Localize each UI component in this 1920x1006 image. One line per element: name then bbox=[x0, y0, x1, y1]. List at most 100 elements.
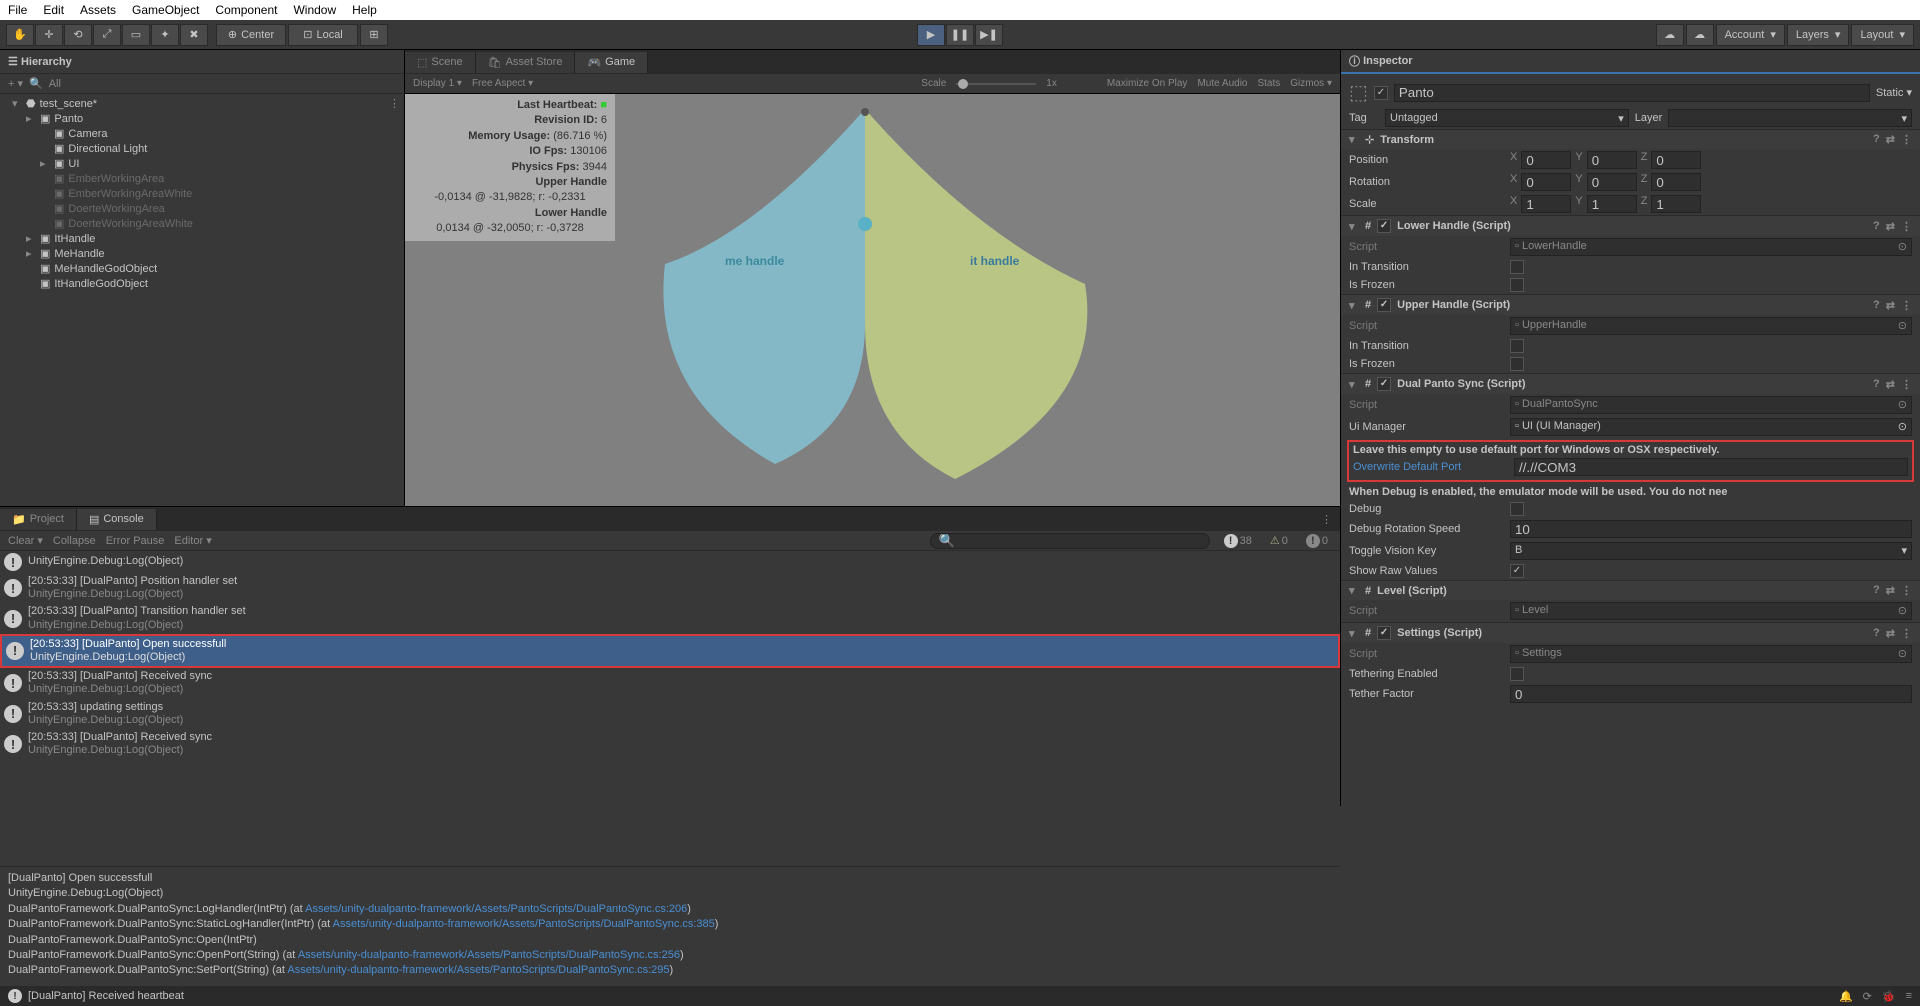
snap-button[interactable]: ⊞ bbox=[360, 24, 388, 46]
active-checkbox[interactable] bbox=[1374, 86, 1388, 100]
tether-factor-field[interactable] bbox=[1510, 685, 1912, 703]
show-raw-checkbox[interactable] bbox=[1510, 564, 1524, 578]
component-enabled-checkbox[interactable] bbox=[1377, 298, 1391, 312]
tab-console[interactable]: ▤Console bbox=[77, 509, 157, 530]
scale-x-field[interactable] bbox=[1521, 195, 1571, 213]
source-link[interactable]: Assets/unity-dualpanto-framework/Assets/… bbox=[298, 949, 680, 961]
gizmos-dropdown[interactable]: Gizmos ▾ bbox=[1290, 78, 1332, 89]
hierarchy-item[interactable]: ▣DoerteWorkingAreaWhite bbox=[0, 216, 404, 231]
scale-slider[interactable] bbox=[956, 83, 1036, 85]
layers-dropdown[interactable]: Layers▾ bbox=[1787, 24, 1850, 46]
hierarchy-item[interactable]: ▣Camera bbox=[0, 126, 404, 141]
scene-root[interactable]: ▾⬣test_scene*⋮ bbox=[0, 96, 404, 111]
rot-z-field[interactable] bbox=[1651, 173, 1701, 191]
scale-tool-button[interactable]: ⤢ bbox=[93, 24, 121, 46]
overwrite-port-field[interactable] bbox=[1514, 458, 1908, 476]
console-item[interactable]: ![20:53:33] [DualPanto] Received syncUni… bbox=[0, 668, 1340, 698]
rect-tool-button[interactable]: ▭ bbox=[122, 24, 150, 46]
rot-y-field[interactable] bbox=[1587, 173, 1637, 191]
bug-icon[interactable]: 🐞 bbox=[1882, 990, 1896, 1003]
custom-tool-button[interactable]: ✖ bbox=[180, 24, 208, 46]
source-link[interactable]: Assets/unity-dualpanto-framework/Assets/… bbox=[305, 903, 687, 915]
move-tool-button[interactable]: ✛ bbox=[35, 24, 63, 46]
hierarchy-item[interactable]: ▸▣UI bbox=[0, 156, 404, 171]
inspector-tab[interactable]: ⓘ Inspector bbox=[1341, 50, 1920, 74]
rot-x-field[interactable] bbox=[1521, 173, 1571, 191]
warn-count[interactable]: ⚠0 bbox=[1266, 534, 1292, 547]
pause-button[interactable]: ❚❚ bbox=[946, 24, 974, 46]
hierarchy-item[interactable]: ▣ItHandleGodObject bbox=[0, 276, 404, 291]
hierarchy-tab[interactable]: ☰ Hierarchy bbox=[0, 50, 404, 74]
editor-dropdown[interactable]: Editor ▾ bbox=[174, 534, 211, 547]
layers-icon[interactable]: ≡ bbox=[1906, 990, 1912, 1003]
account-dropdown[interactable]: Account▾ bbox=[1716, 24, 1785, 46]
console-item[interactable]: ![20:53:33] [DualPanto] Open successfull… bbox=[0, 634, 1340, 668]
space-mode-button[interactable]: ⊡Local bbox=[288, 24, 358, 46]
console-item[interactable]: ![20:53:33] [DualPanto] Transition handl… bbox=[0, 603, 1340, 633]
dualpanto-section-header[interactable]: ▾#Dual Panto Sync (Script)?⇄⋮ bbox=[1341, 373, 1920, 394]
rotate-tool-button[interactable]: ⟲ bbox=[64, 24, 92, 46]
toggle-key-dropdown[interactable]: B▾ bbox=[1510, 542, 1912, 560]
is-frozen-checkbox[interactable] bbox=[1510, 357, 1524, 371]
stats-toggle[interactable]: Stats bbox=[1257, 78, 1280, 89]
upper-handle-section-header[interactable]: ▾#Upper Handle (Script)?⇄⋮ bbox=[1341, 294, 1920, 315]
is-frozen-checkbox[interactable] bbox=[1510, 278, 1524, 292]
debug-speed-field[interactable] bbox=[1510, 520, 1912, 538]
hierarchy-item[interactable]: ▣EmberWorkingArea bbox=[0, 171, 404, 186]
tab-asset-store[interactable]: 🛍Asset Store bbox=[476, 52, 576, 73]
pos-z-field[interactable] bbox=[1651, 151, 1701, 169]
create-button[interactable]: + ▾ bbox=[8, 77, 23, 90]
pos-x-field[interactable] bbox=[1521, 151, 1571, 169]
layer-dropdown[interactable]: ▾ bbox=[1668, 109, 1912, 127]
menu-window[interactable]: Window bbox=[293, 3, 336, 17]
menu-icon[interactable]: ⋮ bbox=[1901, 133, 1912, 146]
mute-toggle[interactable]: Mute Audio bbox=[1197, 78, 1247, 89]
display-dropdown[interactable]: Display 1 ▾ bbox=[413, 78, 462, 89]
static-dropdown[interactable]: Static ▾ bbox=[1876, 86, 1912, 99]
maximize-toggle[interactable]: Maximize On Play bbox=[1107, 78, 1188, 89]
aspect-dropdown[interactable]: Free Aspect ▾ bbox=[472, 78, 533, 89]
settings-section-header[interactable]: ▾#Settings (Script)?⇄⋮ bbox=[1341, 622, 1920, 643]
console-item[interactable]: !UnityEngine.Debug:Log(Object) bbox=[0, 551, 1340, 573]
tab-scene[interactable]: ⬚Scene bbox=[405, 52, 476, 73]
menu-component[interactable]: Component bbox=[215, 3, 277, 17]
cloud-icon[interactable]: ☁ bbox=[1686, 24, 1714, 46]
hierarchy-item[interactable]: ▣DoerteWorkingArea bbox=[0, 201, 404, 216]
hierarchy-item[interactable]: ▣MeHandleGodObject bbox=[0, 261, 404, 276]
notifications-icon[interactable]: 🔔 bbox=[1839, 990, 1853, 1003]
collapse-button[interactable]: Collapse bbox=[53, 535, 96, 547]
hierarchy-item[interactable]: ▸▣ItHandle bbox=[0, 231, 404, 246]
tethering-checkbox[interactable] bbox=[1510, 667, 1524, 681]
object-name-field[interactable] bbox=[1394, 84, 1870, 102]
help-icon[interactable]: ? bbox=[1873, 133, 1880, 146]
layout-dropdown[interactable]: Layout▾ bbox=[1851, 24, 1914, 46]
tag-dropdown[interactable]: Untagged▾ bbox=[1385, 109, 1629, 127]
scale-z-field[interactable] bbox=[1651, 195, 1701, 213]
console-search[interactable] bbox=[930, 533, 1210, 549]
in-transition-checkbox[interactable] bbox=[1510, 260, 1524, 274]
hierarchy-search[interactable]: All bbox=[49, 78, 61, 90]
menu-help[interactable]: Help bbox=[352, 3, 377, 17]
context-menu-icon[interactable]: ⋮ bbox=[1313, 513, 1340, 526]
menu-gameobject[interactable]: GameObject bbox=[132, 3, 199, 17]
error-count[interactable]: !0 bbox=[1302, 534, 1332, 548]
collab-icon[interactable]: ☁ bbox=[1656, 24, 1684, 46]
clear-button[interactable]: Clear ▾ bbox=[8, 534, 43, 547]
uimanager-field[interactable]: ▫ UI (UI Manager)⊙ bbox=[1510, 418, 1912, 436]
hierarchy-item[interactable]: ▣EmberWorkingAreaWhite bbox=[0, 186, 404, 201]
hierarchy-item[interactable]: ▸▣MeHandle bbox=[0, 246, 404, 261]
menu-assets[interactable]: Assets bbox=[80, 3, 116, 17]
component-enabled-checkbox[interactable] bbox=[1377, 219, 1391, 233]
error-pause-button[interactable]: Error Pause bbox=[106, 535, 165, 547]
transform-section-header[interactable]: ▾⊹Transform?⇄⋮ bbox=[1341, 129, 1920, 149]
component-enabled-checkbox[interactable] bbox=[1377, 377, 1391, 391]
component-enabled-checkbox[interactable] bbox=[1377, 626, 1391, 640]
tab-project[interactable]: 📁Project bbox=[0, 509, 77, 530]
console-item[interactable]: ![20:53:33] updating settingsUnityEngine… bbox=[0, 699, 1340, 729]
info-count[interactable]: !38 bbox=[1220, 534, 1256, 548]
transform-tool-button[interactable]: ✦ bbox=[151, 24, 179, 46]
context-menu-icon[interactable]: ⋮ bbox=[389, 97, 400, 110]
auto-save-icon[interactable]: ⟳ bbox=[1863, 990, 1872, 1003]
hierarchy-item[interactable]: ▸▣Panto bbox=[0, 111, 404, 126]
pivot-mode-button[interactable]: ⊕Center bbox=[216, 24, 286, 46]
